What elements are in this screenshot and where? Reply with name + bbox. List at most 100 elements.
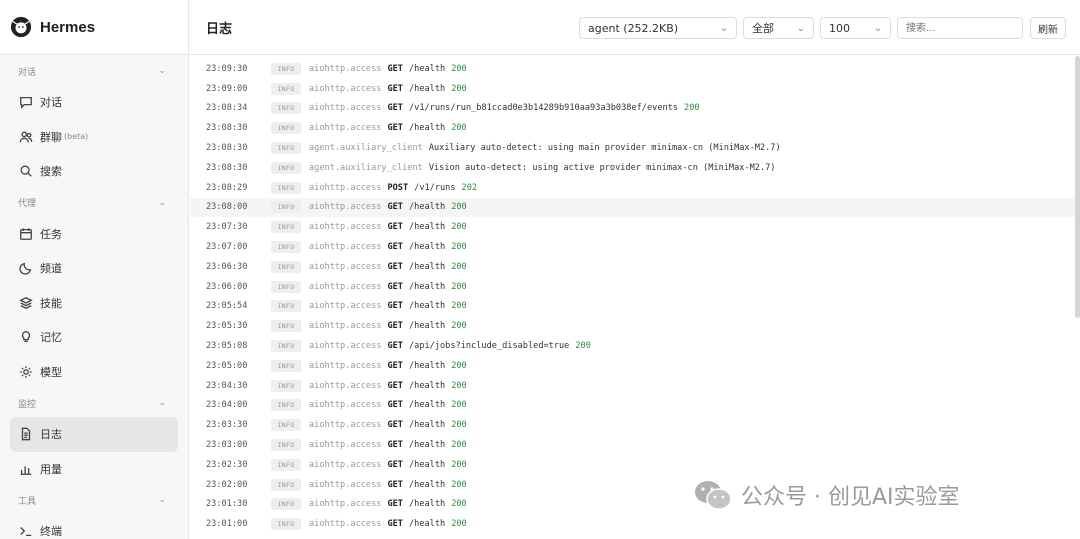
http-method: GET (387, 222, 403, 233)
sidebar-item-logs[interactable]: 日志 (10, 417, 178, 452)
log-row[interactable]: 23:04:30 INFO aiohttp.access GET/health 200 (190, 376, 1080, 396)
search-input[interactable] (897, 17, 1023, 39)
sidebar-item-channels[interactable]: 频道 (0, 251, 188, 286)
log-level-badge: INFO (271, 241, 301, 254)
log-row[interactable]: 23:08:34 INFO aiohttp.access GET/v1/runs/ru… (190, 99, 1080, 119)
log-source: aiohttp.access (309, 420, 382, 431)
status-code: 200 (451, 222, 467, 233)
log-source: aiohttp.access (309, 242, 382, 253)
log-source: aiohttp.access (309, 301, 382, 312)
log-timestamp: 23:08:29 (206, 182, 248, 193)
level-select[interactable]: 全部 ⌄ (743, 17, 814, 39)
section-header-tools[interactable]: 工具 ⌄ (0, 486, 188, 514)
request-path: /health (408, 479, 446, 490)
log-timestamp: 23:09:30 (206, 63, 248, 74)
log-level-badge: INFO (271, 399, 301, 412)
log-row[interactable]: 23:08:29 INFO aiohttp.access POST/v1/runs 20… (190, 178, 1080, 198)
log-row[interactable]: 23:07:00 INFO aiohttp.access GET/health 200 (190, 237, 1080, 257)
brand-name: Hermes (40, 18, 96, 36)
log-level-badge: INFO (271, 122, 301, 135)
http-method: GET (387, 123, 403, 134)
log-row[interactable]: 23:06:30 INFO aiohttp.access GET/health 200 (190, 257, 1080, 277)
sidebar-item-skills[interactable]: 技能 (0, 286, 188, 321)
sidebar-item-label: 终端 (40, 525, 62, 539)
sidebar-item-chat[interactable]: 对话 (0, 85, 188, 120)
log-row[interactable]: 23:08:30 INFO agent.auxiliary_client Auxili… (190, 138, 1080, 158)
status-code: 200 (451, 63, 467, 74)
log-row[interactable]: 23:09:00 INFO aiohttp.access GET/health 200 (190, 79, 1080, 99)
log-level-badge: INFO (271, 439, 301, 452)
sidebar-item-terminal[interactable]: 终端 (0, 514, 188, 539)
log-row[interactable]: 23:08:30 INFO aiohttp.access GET/health 200 (190, 118, 1080, 138)
request-path: /health (408, 202, 446, 213)
sidebar-item-label: 用量 (40, 462, 62, 476)
log-row[interactable]: 23:02:30 INFO aiohttp.access GET/health 200 (190, 455, 1080, 475)
log-row[interactable]: 23:08:30 INFO agent.auxiliary_client Vision… (190, 158, 1080, 178)
log-message: Auxiliary auto-detect: using main provid… (428, 143, 781, 154)
sidebar-item-label: 任务 (40, 227, 62, 241)
log-row[interactable]: 23:03:30 INFO aiohttp.access GET/health 200 (190, 415, 1080, 435)
brand[interactable]: Hermes (0, 0, 188, 55)
request-path: /health (408, 281, 446, 292)
log-timestamp: 23:02:00 (206, 479, 248, 490)
sidebar-item-tasks[interactable]: 任务 (0, 217, 188, 252)
http-method: GET (387, 380, 403, 391)
sidebar-item-usage[interactable]: 用量 (0, 452, 188, 487)
status-code: 200 (451, 83, 467, 94)
limit-select[interactable]: 100 ⌄ (820, 17, 891, 39)
request-path: /health (408, 321, 446, 332)
section-header-chat[interactable]: 对话 ⌄ (0, 57, 188, 85)
log-level-badge: INFO (271, 518, 301, 531)
sidebar-item-memory[interactable]: 记忆 (0, 320, 188, 355)
sidebar-item-label: 对话 (40, 96, 62, 110)
log-source: aiohttp.access (309, 321, 382, 332)
http-method: GET (387, 202, 403, 213)
log-row[interactable]: 23:06:00 INFO aiohttp.access GET/health 200 (190, 277, 1080, 297)
log-timestamp: 23:01:30 (206, 499, 248, 510)
log-timestamp: 23:09:00 (206, 83, 248, 94)
log-row[interactable]: 23:08:00 INFO aiohttp.access GET/health 200 (190, 197, 1080, 218)
http-method: GET (387, 440, 403, 451)
search-icon (19, 164, 33, 178)
request-path: /health (408, 519, 446, 530)
document-icon (19, 427, 33, 441)
log-source: aiohttp.access (309, 459, 382, 470)
chevron-down-icon: ⌄ (158, 398, 166, 408)
status-code: 200 (451, 123, 467, 134)
log-timestamp: 23:03:30 (206, 420, 248, 431)
log-row[interactable]: 23:05:54 INFO aiohttp.access GET/health 200 (190, 297, 1080, 317)
sidebar-item-search[interactable]: 搜索 (0, 154, 188, 189)
status-code: 200 (451, 380, 467, 391)
log-timestamp: 23:05:30 (206, 321, 248, 332)
sidebar-item-group-chat[interactable]: 群聊 (beta) (0, 120, 188, 155)
log-row[interactable]: 23:05:30 INFO aiohttp.access GET/health 200 (190, 316, 1080, 336)
sidebar-item-models[interactable]: 模型 (0, 355, 188, 390)
sidebar-item-label: 记忆 (40, 331, 62, 345)
log-row[interactable]: 23:04:00 INFO aiohttp.access GET/health 200 (190, 396, 1080, 416)
log-level-badge: INFO (271, 181, 301, 194)
http-method: GET (387, 301, 403, 312)
status-code: 200 (451, 440, 467, 451)
http-method: POST (387, 182, 409, 193)
log-source: aiohttp.access (309, 341, 382, 352)
log-row[interactable]: 23:05:00 INFO aiohttp.access GET/health 200 (190, 356, 1080, 376)
select-value: 100 (829, 21, 850, 35)
log-row[interactable]: 23:01:00 INFO aiohttp.access GET/health 200 (190, 514, 1080, 534)
section-header-monitor[interactable]: 监控 ⌄ (0, 389, 188, 417)
scrollbar-thumb[interactable] (1075, 56, 1080, 318)
log-source: agent.auxiliary_client (309, 143, 423, 154)
log-row[interactable]: 23:03:00 INFO aiohttp.access GET/health 200 (190, 435, 1080, 455)
request-path: /health (408, 459, 446, 470)
log-row[interactable]: 23:09:30 INFO aiohttp.access GET/health 200 (190, 59, 1080, 79)
log-row[interactable]: 23:05:08 INFO aiohttp.access GET/api/jobs?i… (190, 336, 1080, 356)
log-file-select[interactable]: agent (252.2KB) ⌄ (579, 17, 737, 39)
log-source: aiohttp.access (309, 440, 382, 451)
refresh-button[interactable]: 刷新 (1030, 17, 1066, 39)
moon-icon (19, 261, 33, 275)
log-row[interactable]: 23:07:30 INFO aiohttp.access GET/health 200 (190, 217, 1080, 237)
section-header-agent[interactable]: 代理 ⌄ (0, 189, 188, 217)
log-source: aiohttp.access (309, 479, 382, 490)
log-timestamp: 23:06:30 (206, 261, 248, 272)
status-code: 200 (451, 479, 467, 490)
status-code: 200 (575, 341, 591, 352)
